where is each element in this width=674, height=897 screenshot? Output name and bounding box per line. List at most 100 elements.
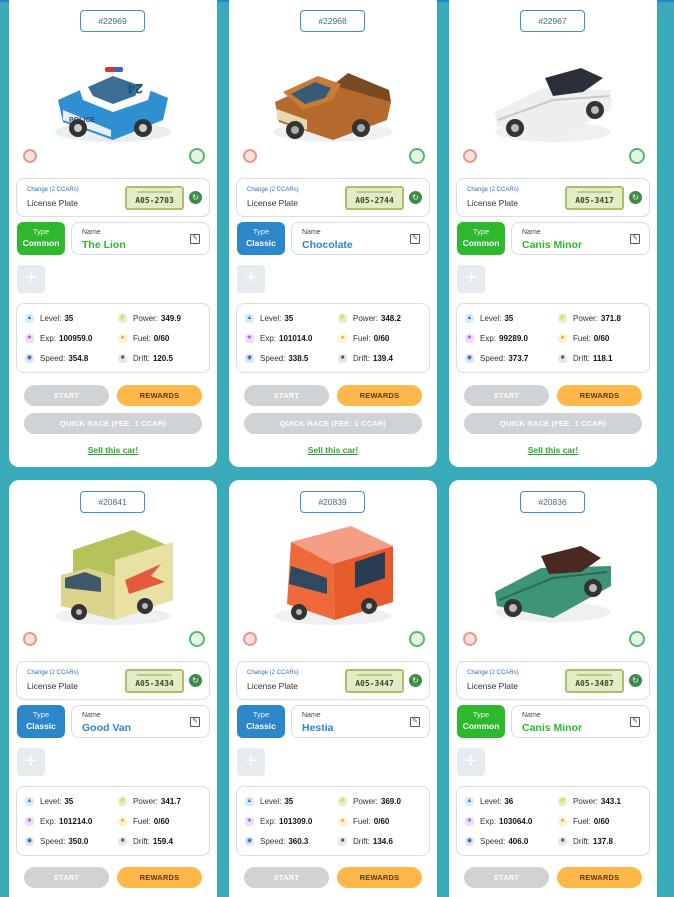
stat-power-label: Power: — [133, 314, 158, 323]
power-icon: ⚡ — [558, 314, 567, 323]
type-value: Classic — [26, 721, 56, 731]
edit-name-icon[interactable]: ✎ — [410, 234, 420, 244]
type-label: Type — [32, 710, 50, 719]
stats-panel: ▲ Level: 35 ⚡ Power: 341.7 ★ Exp: 101214.0 ● Fu… — [16, 786, 210, 856]
quick-race-button[interactable]: QUICK RACE (FEE: 1 CCAR) — [244, 413, 422, 434]
stat-drift: ■ Drift: 134.6 — [338, 837, 393, 846]
change-plate-link[interactable]: Change (2 CCARs) — [247, 187, 299, 193]
add-part-button[interactable]: + — [237, 748, 265, 776]
stat-power-value: 369.0 — [380, 797, 401, 806]
start-button[interactable]: START — [24, 385, 109, 406]
refresh-plate-icon[interactable]: ↻ — [409, 191, 422, 204]
stat-power: ⚡ Power: 371.8 — [558, 314, 621, 323]
stat-speed: ◉ Speed: 360.3 — [245, 837, 308, 846]
name-label: Name — [82, 712, 101, 719]
recycle-icon[interactable] — [629, 631, 645, 647]
add-part-button[interactable]: + — [457, 748, 485, 776]
stat-exp-value: 103064.0 — [499, 817, 533, 826]
stat-exp-label: Exp: — [260, 334, 277, 343]
edit-name-icon[interactable]: ✎ — [190, 234, 200, 244]
fire-icon[interactable] — [463, 149, 477, 163]
rewards-button[interactable]: REWARDS — [337, 385, 422, 406]
rewards-button[interactable]: REWARDS — [557, 385, 642, 406]
rewards-button[interactable]: REWARDS — [117, 867, 202, 888]
edit-name-icon[interactable]: ✎ — [630, 234, 640, 244]
stat-speed-label: Speed: — [260, 837, 286, 846]
quick-race-button[interactable]: QUICK RACE (FEE: 1 CCAR) — [24, 413, 202, 434]
fuel-icon: ● — [558, 334, 567, 343]
exp-icon: ★ — [465, 817, 474, 826]
change-plate-link[interactable]: Change (2 CCARs) — [247, 670, 299, 676]
sell-car-link[interactable]: Sell this car! — [9, 445, 217, 455]
fire-icon[interactable] — [23, 149, 37, 163]
refresh-plate-icon[interactable]: ↻ — [409, 674, 422, 687]
rewards-button[interactable]: REWARDS — [557, 867, 642, 888]
start-button[interactable]: START — [464, 867, 549, 888]
car-name: Good Van — [82, 722, 132, 734]
fire-icon[interactable] — [23, 632, 37, 646]
stat-drift-label: Drift: — [133, 837, 150, 846]
stat-speed: ◉ Speed: 406.0 — [465, 837, 528, 846]
sell-car-link[interactable]: Sell this car! — [449, 445, 657, 455]
car-type-badge: Type Common — [457, 705, 505, 738]
recycle-icon[interactable] — [189, 631, 205, 647]
fire-icon[interactable] — [463, 632, 477, 646]
stat-level: ▲ Level: 36 — [465, 797, 513, 806]
edit-name-icon[interactable]: ✎ — [190, 717, 200, 727]
stat-fuel-label: Fuel: — [353, 334, 371, 343]
stat-level: ▲ Level: 35 — [25, 797, 73, 806]
refresh-plate-icon[interactable]: ↻ — [629, 191, 642, 204]
stat-power-value: 341.7 — [160, 797, 181, 806]
stat-speed-value: 350.0 — [68, 837, 89, 846]
car-card-20839: #20839 Change (2 CCARs) License Plate A0… — [229, 480, 437, 897]
license-plate-box: Change (2 CCARs) License Plate A05-2744 … — [236, 178, 430, 217]
rewards-button[interactable]: REWARDS — [117, 385, 202, 406]
refresh-plate-icon[interactable]: ↻ — [189, 191, 202, 204]
refresh-plate-icon[interactable]: ↻ — [189, 674, 202, 687]
recycle-icon[interactable] — [409, 631, 425, 647]
car-id-badge: #22969 — [80, 10, 145, 32]
stat-level-value: 35 — [284, 314, 294, 323]
stat-speed-label: Speed: — [480, 837, 506, 846]
refresh-plate-icon[interactable]: ↻ — [629, 674, 642, 687]
car-id-badge: #20841 — [80, 491, 145, 513]
power-icon: ⚡ — [338, 797, 347, 806]
stat-power-value: 371.8 — [600, 314, 621, 323]
start-button[interactable]: START — [244, 385, 329, 406]
stat-fuel: ● Fuel: 0/60 — [338, 817, 389, 826]
start-button[interactable]: START — [244, 867, 329, 888]
car-name: Canis Minor — [522, 722, 583, 734]
fire-icon[interactable] — [243, 149, 257, 163]
license-plate-label: License Plate — [247, 681, 299, 691]
stat-drift-value: 139.4 — [372, 354, 393, 363]
speed-icon: ◉ — [25, 837, 34, 846]
stat-fuel-value: 0/60 — [593, 817, 610, 826]
add-part-button[interactable]: + — [457, 265, 485, 293]
fire-icon[interactable] — [243, 632, 257, 646]
recycle-icon[interactable] — [629, 148, 645, 164]
add-part-button[interactable]: + — [237, 265, 265, 293]
sell-car-link[interactable]: Sell this car! — [229, 445, 437, 455]
recycle-icon[interactable] — [189, 148, 205, 164]
change-plate-link[interactable]: Change (2 CCARs) — [467, 670, 519, 676]
start-button[interactable]: START — [464, 385, 549, 406]
fuel-icon: ● — [558, 817, 567, 826]
exp-icon: ★ — [245, 334, 254, 343]
add-part-button[interactable]: + — [17, 265, 45, 293]
edit-name-icon[interactable]: ✎ — [410, 717, 420, 727]
change-plate-link[interactable]: Change (2 CCARs) — [467, 187, 519, 193]
level-icon: ▲ — [465, 314, 474, 323]
stat-level-value: 35 — [504, 314, 514, 323]
change-plate-link[interactable]: Change (2 CCARs) — [27, 670, 79, 676]
car-type-badge: Type Common — [457, 222, 505, 255]
stat-exp-label: Exp: — [260, 817, 277, 826]
rewards-button[interactable]: REWARDS — [337, 867, 422, 888]
edit-name-icon[interactable]: ✎ — [630, 717, 640, 727]
change-plate-link[interactable]: Change (2 CCARs) — [27, 187, 79, 193]
recycle-icon[interactable] — [409, 148, 425, 164]
drift-icon: ■ — [118, 837, 127, 846]
start-button[interactable]: START — [24, 867, 109, 888]
car-name: Hestia — [302, 722, 334, 734]
quick-race-button[interactable]: QUICK RACE (FEE: 1 CCAR) — [464, 413, 642, 434]
add-part-button[interactable]: + — [17, 748, 45, 776]
